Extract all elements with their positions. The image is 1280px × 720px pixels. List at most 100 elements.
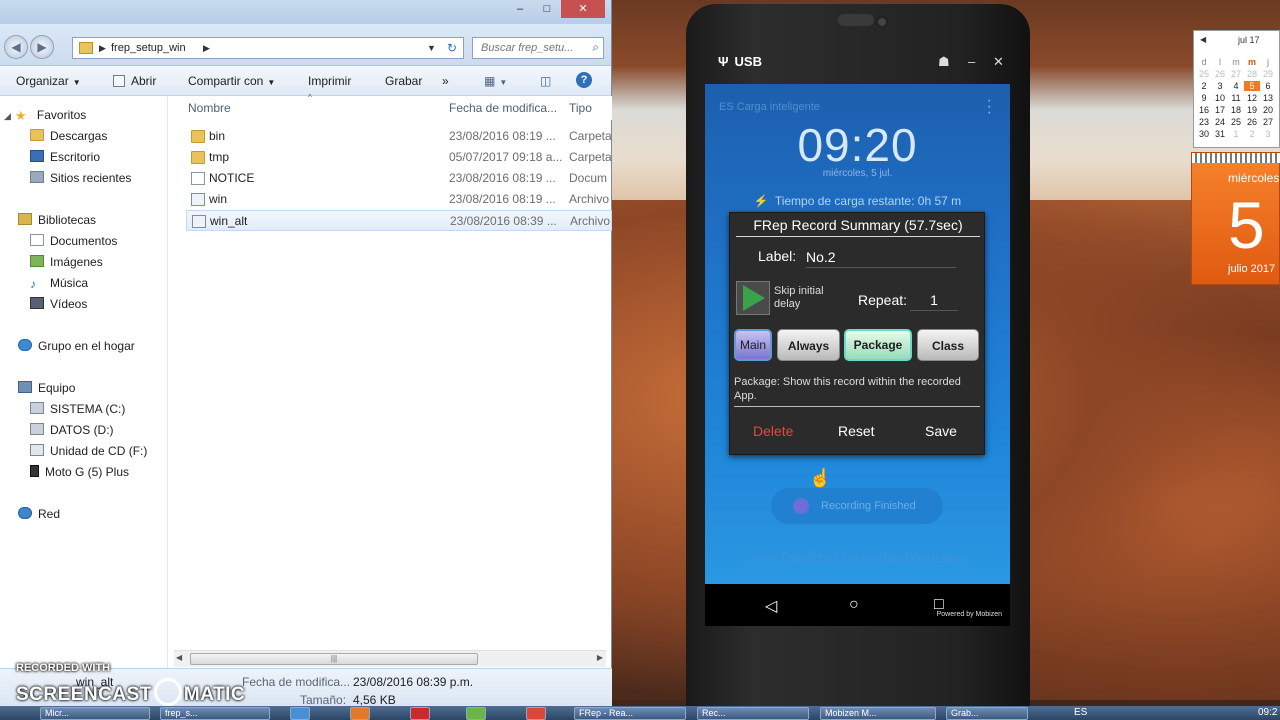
expand-icon[interactable]: ◢ (4, 111, 11, 121)
file-row-win[interactable]: win 23/08/2016 08:19 ... Archivo (186, 189, 612, 210)
nav-network[interactable]: Red (18, 507, 60, 525)
calendar-day[interactable]: 27 (1260, 117, 1276, 127)
nav-desktop[interactable]: Escritorio (30, 150, 100, 168)
chevron-right-icon[interactable]: ▶ (99, 43, 106, 54)
more-options-icon[interactable]: · · · (987, 93, 992, 121)
close-icon[interactable]: ✕ (561, 0, 605, 18)
unlock-hint[interactable]: >>> Deslizar para desbloquear (705, 550, 1010, 568)
calendar-day[interactable]: 10 (1212, 93, 1228, 103)
nav-drive-f[interactable]: Unidad de CD (F:) (30, 444, 147, 462)
calendar-day[interactable]: 30 (1196, 129, 1212, 139)
calendar-day[interactable]: 18 (1228, 105, 1244, 115)
calendar-day[interactable]: 29 (1260, 69, 1276, 79)
nav-drive-c[interactable]: SISTEMA (C:) (30, 402, 125, 420)
chrome-icon[interactable] (526, 707, 546, 720)
home-icon[interactable]: ○ (849, 596, 859, 614)
chevron-right-icon[interactable]: ▶ (203, 43, 210, 54)
maximize-icon[interactable]: □ (534, 0, 560, 18)
explorer-titlebar[interactable]: – □ ✕ (0, 0, 611, 24)
nav-libraries[interactable]: Bibliotecas (18, 213, 96, 231)
column-date[interactable]: Fecha de modifica... (449, 101, 557, 115)
nav-drive-d[interactable]: DATOS (D:) (30, 423, 114, 441)
calendar-day[interactable]: 2 (1196, 81, 1212, 91)
calendar-day[interactable]: 28 (1244, 69, 1260, 79)
mode-always-button[interactable]: Always (777, 329, 840, 361)
help-icon[interactable]: ? (576, 72, 592, 88)
nav-images[interactable]: Imágenes (30, 255, 103, 273)
organize-button[interactable]: Organizar ▼ (16, 74, 81, 88)
calendar-day[interactable]: 24 (1212, 117, 1228, 127)
delete-button[interactable]: Delete (753, 423, 793, 439)
nav-favorites[interactable]: ◢ ★ Favoritos (4, 108, 86, 126)
file-row-tmp[interactable]: tmp 05/07/2017 09:18 a... Carpeta (186, 147, 612, 168)
taskbar-item[interactable]: frep_s... (160, 707, 270, 720)
chevron-down-icon[interactable]: ▼ (427, 43, 436, 53)
taskbar-item[interactable]: Rec... (697, 707, 809, 720)
calendar-day[interactable]: 25 (1196, 69, 1212, 79)
address-path[interactable]: frep_setup_win (111, 42, 186, 54)
close-icon[interactable]: ✕ (993, 54, 1004, 70)
calendar-day[interactable]: 11 (1228, 93, 1244, 103)
file-row-bin[interactable]: bin 23/08/2016 08:19 ... Carpeta (186, 126, 612, 147)
taskbar-item[interactable]: FRep - Rea... (574, 707, 686, 720)
nav-device[interactable]: Moto G (5) Plus (30, 465, 129, 483)
nav-music[interactable]: ♪ Música (30, 276, 88, 294)
nav-videos[interactable]: Vídeos (30, 297, 87, 315)
calendar-day[interactable]: 17 (1212, 105, 1228, 115)
file-row-notice[interactable]: NOTICE 23/08/2016 08:19 ... Docum (186, 168, 612, 189)
preview-pane-icon[interactable]: ◫ (540, 74, 551, 88)
nav-homegroup[interactable]: Grupo en el hogar (18, 339, 135, 357)
more-commands-button[interactable]: » (442, 74, 449, 88)
calendar-day[interactable]: 3 (1260, 129, 1276, 139)
app-icon[interactable] (350, 707, 370, 720)
calendar-day[interactable]: 27 (1228, 69, 1244, 79)
search-icon[interactable]: ⌕ (592, 40, 599, 55)
back-icon[interactable]: ◁ (765, 596, 777, 616)
repeat-input[interactable] (910, 289, 958, 311)
calendar-day[interactable]: 13 (1260, 93, 1276, 103)
scroll-right-icon[interactable]: ▶ (597, 653, 603, 662)
language-indicator[interactable]: ES (1074, 707, 1087, 718)
mode-class-button[interactable]: Class (917, 329, 979, 361)
skip-delay-toggle[interactable] (736, 281, 770, 315)
nav-recent[interactable]: Sitios recientes (30, 171, 131, 189)
power-icon[interactable] (410, 707, 430, 720)
calendar-day[interactable]: 3 (1212, 81, 1228, 91)
minimize-icon[interactable]: – (968, 54, 975, 69)
calendar-day[interactable]: 2 (1244, 129, 1260, 139)
calendar-day[interactable]: 19 (1244, 105, 1260, 115)
nav-downloads[interactable]: Descargas (30, 129, 107, 147)
scroll-left-icon[interactable]: ◀ (176, 653, 182, 662)
calendar-day[interactable]: 26 (1212, 69, 1228, 79)
back-icon[interactable]: ◀ (4, 35, 28, 59)
taskbar-item[interactable]: Mobizen M... (820, 707, 936, 720)
calendar-day[interactable]: 25 (1228, 117, 1244, 127)
calendar-day[interactable]: 23 (1196, 117, 1212, 127)
app-icon[interactable] (466, 707, 486, 720)
calendar-day[interactable]: 9 (1196, 93, 1212, 103)
minimize-icon[interactable]: – (507, 0, 533, 18)
print-button[interactable]: Imprimir (308, 74, 351, 88)
search-input[interactable] (473, 38, 581, 58)
calendar-today[interactable]: 5 (1244, 81, 1260, 91)
file-row-win-alt[interactable]: win_alt 23/08/2016 08:39 ... Archivo (186, 210, 612, 231)
view-options-icon[interactable]: ▦ ▼ (484, 74, 507, 88)
taskbar-item[interactable]: Micr... (40, 707, 150, 720)
scroll-thumb[interactable]: ||| (190, 653, 478, 665)
nav-documents[interactable]: Documentos (30, 234, 117, 252)
share-button[interactable]: Compartir con ▼ (188, 74, 275, 88)
mode-main-button[interactable]: Main (734, 329, 772, 361)
tray-clock[interactable]: 09:2 (1258, 707, 1277, 718)
browser-icon[interactable] (290, 707, 310, 720)
calendar-day[interactable]: 1 (1228, 129, 1244, 139)
search-field[interactable]: ⌕ (472, 37, 604, 59)
save-button[interactable]: Save (925, 423, 957, 439)
taskbar-item[interactable]: Grab... (946, 707, 1028, 720)
reset-button[interactable]: Reset (838, 423, 875, 439)
prev-month-icon[interactable]: ◀ (1200, 35, 1206, 44)
column-name[interactable]: Nombre (188, 101, 231, 115)
label-input[interactable] (806, 246, 956, 268)
open-button[interactable]: Abrir (113, 74, 156, 88)
lock-icon[interactable]: ☗ (938, 54, 950, 70)
burn-button[interactable]: Grabar (385, 74, 422, 88)
